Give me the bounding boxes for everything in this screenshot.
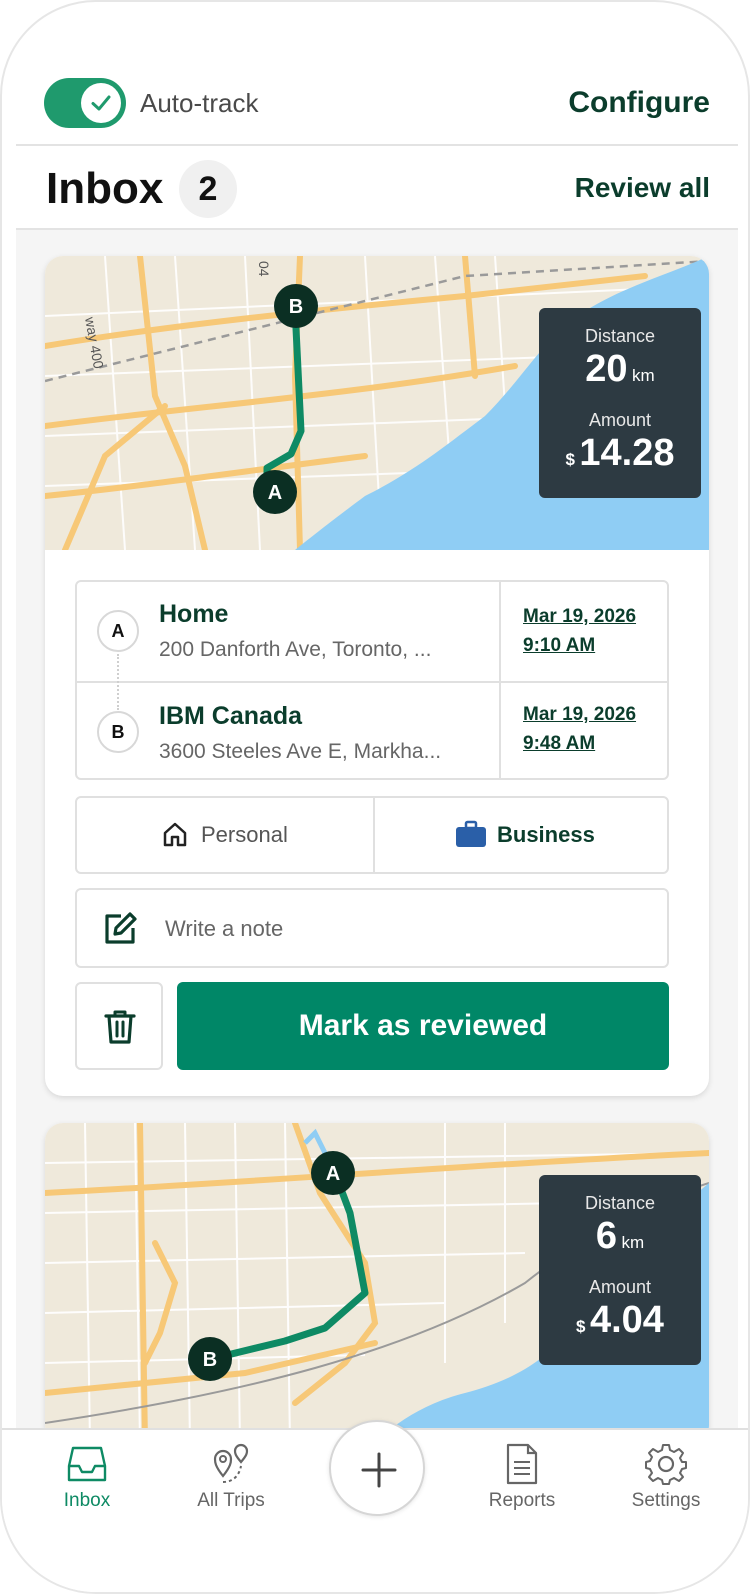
auto-track-toggle[interactable] [44,78,126,128]
distance-value: 6 km [595,1215,645,1257]
document-icon [506,1443,538,1485]
briefcase-icon [456,820,486,847]
route-connector [117,654,119,710]
nav-inbox[interactable]: Inbox [22,1442,152,1512]
route-start-marker: A [311,1151,355,1195]
start-marker-icon: A [97,610,139,652]
check-icon [91,95,111,111]
end-place-name[interactable]: IBM Canada [159,702,302,731]
plus-icon [361,1452,397,1488]
trip-list[interactable]: way 400 04 B A Distance 20 km Amount $ 1… [16,230,738,1428]
configure-link[interactable]: Configure [568,86,710,120]
inbox-tray-icon [67,1446,107,1482]
delete-button[interactable] [75,982,163,1070]
trip-map[interactable]: way 400 04 B A Distance 20 km Amount $ 1… [45,256,709,550]
toggle-knob [81,83,121,123]
distance-label: Distance [584,326,656,346]
amount-value: $ 14.28 [565,432,675,474]
start-place-name[interactable]: Home [159,600,228,629]
distance-value: 20 km [585,348,655,390]
note-input[interactable]: Write a note [75,888,669,968]
svg-text:A: A [268,482,282,504]
map-road-label: 04 [256,261,272,277]
start-place-address: 200 Danforth Ave, Toronto, ... [159,638,432,661]
trip-card: A B Distance 6 km Amount $ 4.04 [45,1123,709,1428]
trip-stats-panel: Distance 6 km Amount $ 4.04 [539,1175,701,1365]
distance-label: Distance [584,1193,656,1213]
page-title: Inbox [46,164,164,213]
start-datetime-link[interactable]: Mar 19, 2026 9:10 AM [523,602,636,660]
edit-note-icon [105,912,137,944]
route-start-marker: A [253,470,297,514]
note-placeholder: Write a note [165,916,284,941]
top-bar: Auto-track Configure [16,62,738,146]
trip-type-selector: Personal Business [75,796,669,874]
auto-track-label: Auto-track [140,88,259,118]
route-end-marker: B [274,284,318,328]
svg-text:A: A [326,1163,340,1185]
inbox-header: Inbox 2 Review all [16,146,738,230]
route-end-marker: B [188,1337,232,1381]
amount-label: Amount [588,1277,652,1297]
trip-card: way 400 04 B A Distance 20 km Amount $ 1… [45,256,709,1096]
svg-text:B: B [289,296,303,318]
trash-icon [104,1010,136,1044]
end-datetime-link[interactable]: Mar 19, 2026 9:48 AM [523,700,636,758]
end-place-address: 3600 Steeles Ave E, Markha... [159,740,442,763]
inbox-count-badge: 2 [179,160,237,218]
review-all-link[interactable]: Review all [575,172,710,204]
map-pins-icon [213,1443,249,1483]
route-details: A B Home 200 Danforth Ave, Toronto, ... … [75,580,669,780]
amount-value: $ 4.04 [576,1299,664,1341]
app-screen: Auto-track Configure Inbox 2 Review all [0,0,750,1594]
personal-button[interactable]: Personal [77,798,373,872]
end-marker-icon: B [97,711,139,753]
nav-all-trips[interactable]: All Trips [166,1442,296,1512]
nav-settings[interactable]: Settings [601,1442,731,1512]
trip-map[interactable]: A B Distance 6 km Amount $ 4.04 [45,1123,709,1428]
home-icon [163,822,187,847]
gear-icon [645,1444,687,1485]
trip-stats-panel: Distance 20 km Amount $ 14.28 [539,308,701,498]
mark-as-reviewed-button[interactable]: Mark as reviewed [177,982,669,1070]
bottom-nav: Inbox All Trips Reports Settings [2,1420,748,1592]
business-button[interactable]: Business [375,798,671,872]
add-trip-button[interactable] [329,1420,425,1516]
nav-reports[interactable]: Reports [457,1442,587,1512]
svg-text:B: B [203,1349,217,1371]
amount-label: Amount [588,410,652,430]
